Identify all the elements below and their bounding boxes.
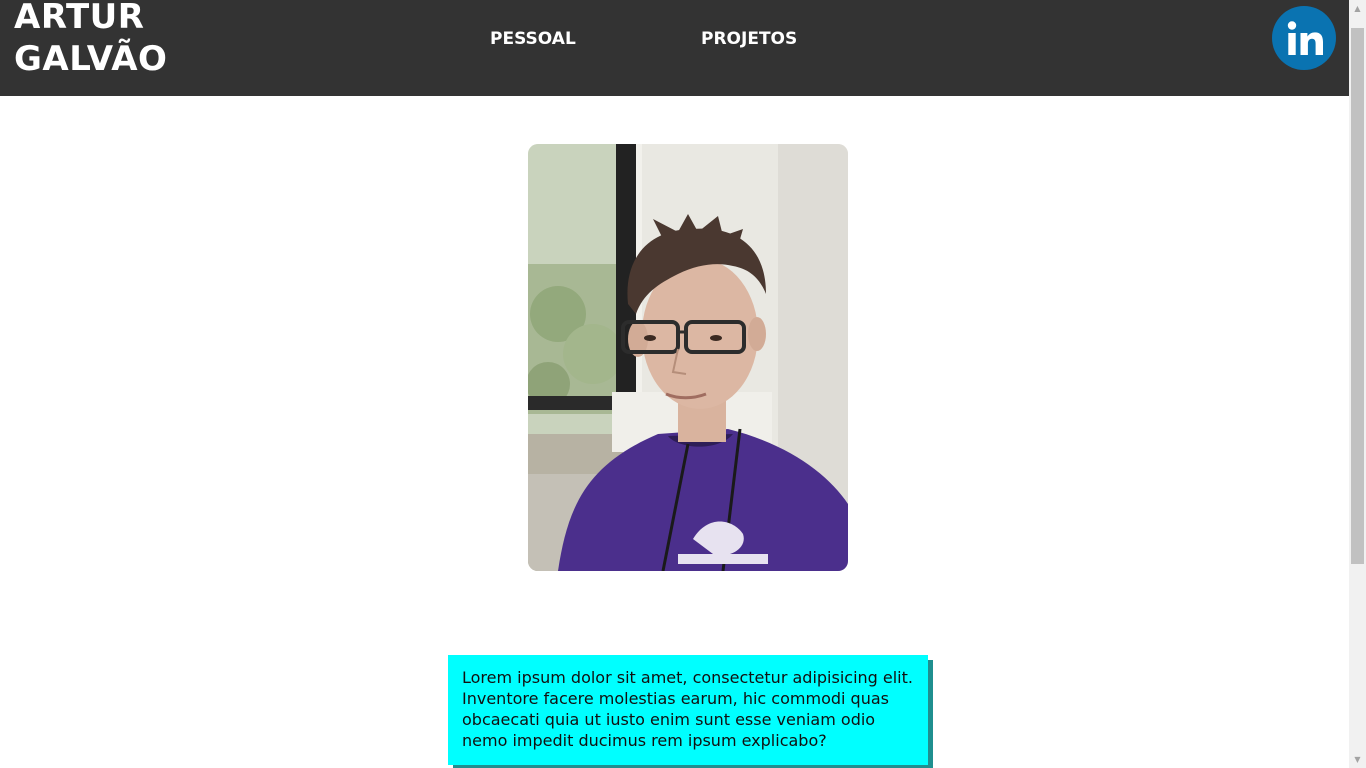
linkedin-icon[interactable] bbox=[1272, 6, 1336, 70]
site-logo[interactable]: ARTUR GALVÃO bbox=[14, 0, 167, 80]
nav-link-pessoal[interactable]: PESSOAL bbox=[490, 28, 576, 50]
profile-photo-illustration bbox=[528, 144, 848, 571]
about-text: Lorem ipsum dolor sit amet, consectetur … bbox=[462, 668, 913, 750]
site-header: ARTUR GALVÃO PESSOAL PROJETOS bbox=[0, 0, 1349, 96]
linkedin-glyph bbox=[1287, 21, 1323, 55]
scroll-up-arrow-icon[interactable]: ▲ bbox=[1349, 0, 1366, 17]
logo-line-first: ARTUR bbox=[14, 0, 145, 37]
page: ARTUR GALVÃO PESSOAL PROJETOS Lorem ipsu… bbox=[0, 0, 1349, 768]
scroll-down-arrow-icon[interactable]: ▼ bbox=[1349, 751, 1366, 768]
scroll-thumb[interactable] bbox=[1351, 28, 1364, 564]
nav-link-projetos[interactable]: PROJETOS bbox=[701, 28, 797, 50]
logo-line-last: GALVÃO bbox=[14, 39, 168, 79]
vertical-scrollbar[interactable]: ▲ ▼ bbox=[1349, 0, 1366, 768]
profile-photo bbox=[528, 144, 848, 571]
about-card: Lorem ipsum dolor sit amet, consectetur … bbox=[448, 655, 928, 765]
